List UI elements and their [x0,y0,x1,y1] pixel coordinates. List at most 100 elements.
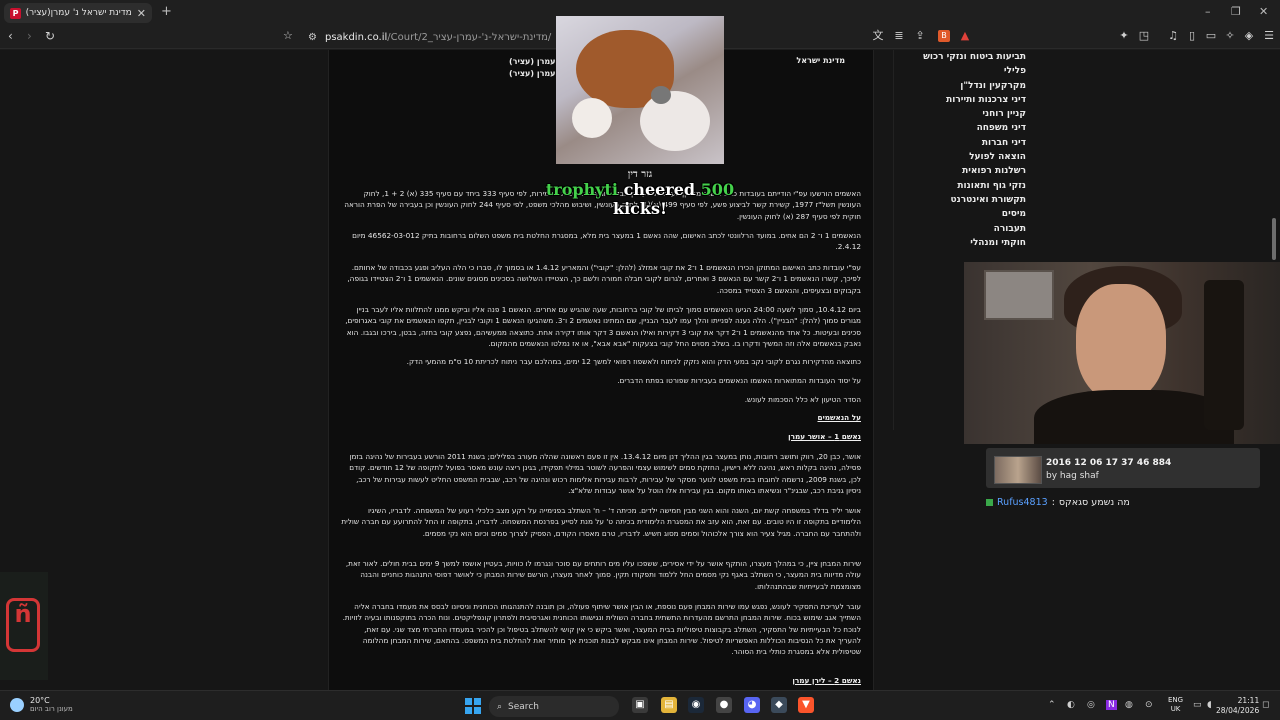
sidebar-toggle-icon[interactable]: ▯ [1186,30,1198,42]
stream-logo-icon: ñ [6,598,40,652]
language-indicator[interactable]: ENG UK [1168,696,1183,714]
browser-tab[interactable]: P מדינת ישראל נ' עמרן(עציר) - פס... ✕ [4,3,152,23]
weather-temp: 20°C [30,696,50,705]
url-path: /Court/2_מדינת-ישראל-נ'-עמרן-עציר/ [387,32,552,43]
reload-icon[interactable]: ↻ [45,29,55,43]
sidebar-item-family[interactable]: דיני משפחה [894,121,1033,135]
overlay-label: גזר דין [627,169,653,180]
screenshot-icon[interactable]: ◳ [1138,30,1150,42]
sidebar-item-internet[interactable]: תקשורת ואינטרנט [894,193,1033,207]
alert-username: trophyti [545,180,618,199]
sidebar-item-medical-negligence[interactable]: רשלנות רפואית [894,164,1033,178]
leo-ai-icon[interactable]: ✧ [1224,30,1236,42]
psakdin-favicon-icon: P [10,7,21,19]
forward-icon[interactable]: › [27,29,32,43]
minimize-button[interactable]: – [1205,5,1211,18]
maximize-button[interactable]: ❐ [1231,5,1241,18]
discord-icon[interactable]: ◕ [744,697,760,713]
lang-code: ENG [1168,696,1184,704]
url-host: psakdin.co.il [324,32,388,43]
system-clock[interactable]: 21:11 28/04/2026 [1216,696,1259,716]
network-icon[interactable]: ▭ [1193,700,1202,710]
paragraph-4: ביום 10.4.12, סמוך לשעה 24:00 הגיעו הנאש… [345,305,861,348]
app-icon[interactable]: ◆ [771,697,787,713]
tray-onenote-icon[interactable]: N [1106,700,1117,710]
window-close-button[interactable]: ✕ [1259,5,1268,18]
new-tab-button[interactable]: + [161,4,172,19]
microphone-icon[interactable]: ⊙ [1145,700,1153,710]
alert-verb: cheered [623,180,696,199]
paragraph-10: שירות המבחן ציין, כי במהלך מעצרו, הותקף … [345,559,861,591]
tray-app-icon[interactable]: ◐ [1067,700,1075,710]
party-state: מדינת ישראל [796,56,845,65]
lang-region: UK [1170,705,1181,713]
translate-icon[interactable]: 文 [872,30,884,42]
page-scrollbar[interactable] [1272,218,1276,260]
wallet-icon[interactable]: ▭ [1205,30,1217,42]
vpn-icon[interactable]: ◈ [1243,30,1255,42]
sidebar-item-consumer[interactable]: דיני צרכנות ותיירות [894,93,1033,107]
webcam-overlay [964,262,1280,444]
defendant-1: עמרן (עציר) [509,57,556,66]
sidebar-item-companies[interactable]: דיני חברות [894,136,1033,150]
menu-icon[interactable]: ☰ [1263,30,1275,42]
alert-noun: kicks! [612,199,668,218]
brave-shields-icon[interactable]: B [938,30,950,42]
sidebar-item-traffic[interactable]: תעבורה [894,222,1033,236]
reader-mode-icon[interactable]: ≣ [893,30,905,42]
section-heading-defendant-2: נאשם 2 – לירן עמרן [792,676,861,685]
chat-username: Rufus4813 [997,497,1048,508]
brave-browser-icon[interactable]: ▼ [798,697,814,713]
taskbar-search[interactable]: ⌕ Search [489,696,619,717]
media-icon[interactable]: ♫ [1167,30,1179,42]
tab-title: מדינת ישראל נ' עמרן(עציר) - פס... [26,8,132,18]
volume-icon[interactable]: ◖ [1207,700,1212,710]
dog-paw [572,98,612,138]
sidebar-item-intellectual-property[interactable]: קניין רוחני [894,107,1033,121]
extensions-icon[interactable]: ✦ [1118,30,1130,42]
party-defendants: עמרן (עציר) עמרן (עציר) [509,56,556,80]
sidebar-item-criminal[interactable]: פלילי [894,64,1033,78]
search-label: Search [508,701,539,712]
defendant-2: עמרן (עציר) [509,69,556,78]
tab-close-icon[interactable]: ✕ [137,7,146,20]
task-view-icon[interactable]: ▣ [632,697,648,713]
song-artist: by hag shaf [1046,471,1099,481]
back-icon[interactable]: ‹ [8,29,13,43]
sidebar-item-real-estate[interactable]: מקרקעין ונדל"ן [894,79,1033,93]
now-playing-widget: 2016 12 06 17 37 46 884 by hag shaf [986,448,1260,488]
chat-separator: : [1051,497,1055,508]
share-icon[interactable]: ⇪ [914,30,926,42]
paragraph-3: עפ"י עובדות כתב האישום המתוקן הכירו הנאש… [347,263,861,295]
cat-ear [651,86,671,104]
sidebar-item-constitutional[interactable]: חוקתי ומנהלי [894,236,1033,250]
microphone [1204,280,1244,430]
steam-icon[interactable]: ◉ [688,697,704,713]
bookmark-icon[interactable]: ☆ [283,29,293,42]
notifications-icon[interactable]: ◻ [1262,700,1269,710]
paragraph-7: הסדר הטיעון לא כלל הסכמות לעונש. [744,395,861,404]
tray-steam-icon[interactable]: ◍ [1125,700,1133,710]
sidebar-item-enforcement[interactable]: הוצאה לפועל [894,150,1033,164]
start-button[interactable] [465,698,481,714]
tray-overflow-icon[interactable]: ⌃ [1048,700,1056,710]
paragraph-6: על יסוד העובדות המתוארות האשמו הנאשמים ב… [617,376,861,385]
file-explorer-icon[interactable]: ▤ [661,697,677,713]
obs-icon[interactable]: ● [716,697,732,713]
paragraph-8: אושר, כבן 20, רווק ותושב רחובות, נותן במ… [349,452,861,495]
chat-text: מה נשמע סגאקס [1058,497,1130,508]
chat-message: Rufus4813 : מה נשמע סגאקס [986,497,1130,508]
tray-shield-icon[interactable]: ◎ [1087,700,1095,710]
sidebar-item-injury[interactable]: נזקי גוף ותאונות [894,179,1033,193]
cat-figure [640,91,710,151]
album-art [994,456,1042,484]
weather-widget[interactable]: 20°C מעונן רוב היום [10,696,73,713]
sidebar-item-insurance[interactable]: תביעות ביטוח ונזקי רכוש [894,50,1033,64]
site-info-icon[interactable]: ⚙ [308,32,317,43]
alert-amount: 500 [700,180,735,199]
weather-icon [10,697,24,712]
sidebar-item-taxes[interactable]: מיסים [894,207,1033,221]
paragraph-9: אושר יליד בדלד במשפחה קשת יום, השנה והוא… [341,506,861,538]
brave-rewards-icon[interactable]: ▲ [959,30,971,42]
section-heading-defendant-1: נאשם 1 – אושר עמרן [788,432,861,441]
